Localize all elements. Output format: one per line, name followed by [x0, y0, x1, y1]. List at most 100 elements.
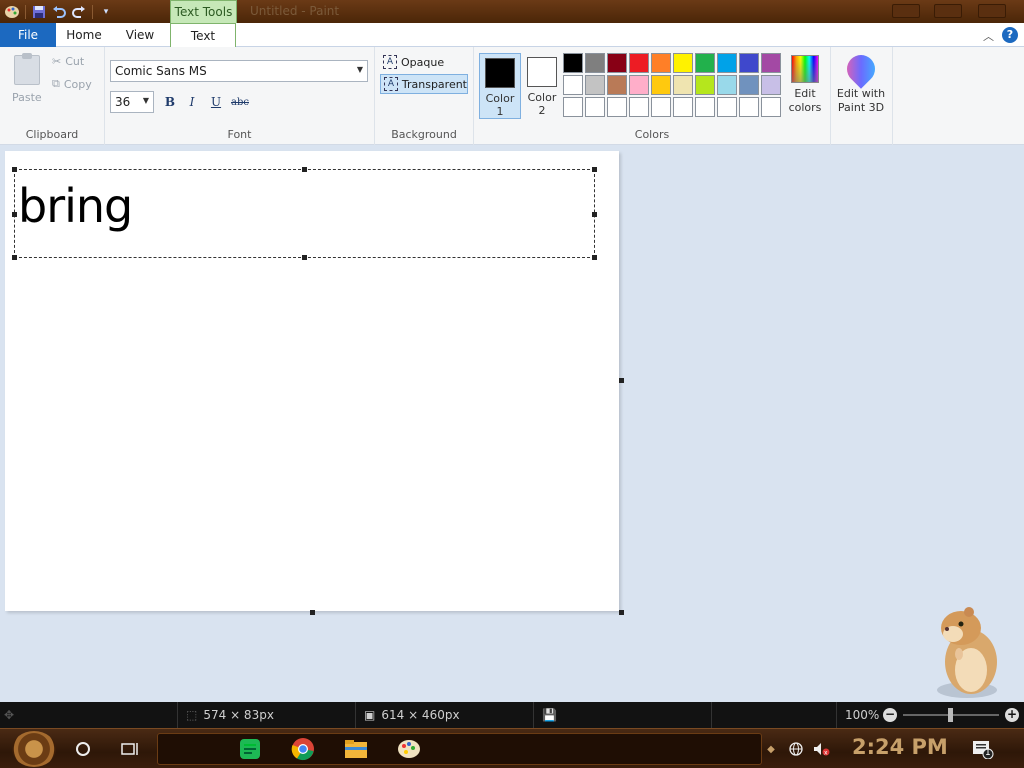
- minimize-button[interactable]: [892, 4, 920, 18]
- text-box-content[interactable]: bring: [18, 178, 133, 234]
- canvas-workspace: bring: [0, 146, 1024, 702]
- underline-button[interactable]: U: [206, 92, 226, 112]
- clipboard-group-label: Clipboard: [25, 128, 79, 141]
- palette-swatch[interactable]: [761, 75, 781, 95]
- paste-button-label[interactable]: Paste: [12, 91, 42, 104]
- file-explorer-icon[interactable]: [343, 736, 369, 762]
- palette-swatch[interactable]: [673, 53, 693, 73]
- zoom-slider-thumb[interactable]: [948, 708, 953, 722]
- undo-icon[interactable]: [49, 2, 69, 22]
- resize-handle-n[interactable]: [302, 167, 307, 172]
- font-size-dropdown[interactable]: 36 ▼: [110, 91, 154, 113]
- start-button[interactable]: [12, 731, 56, 767]
- paint3d-label-2: Paint 3D: [837, 101, 885, 114]
- tab-view[interactable]: View: [112, 23, 168, 47]
- palette-swatch[interactable]: [563, 53, 583, 73]
- color-palette: [563, 53, 781, 117]
- palette-swatch[interactable]: [607, 75, 627, 95]
- drawing-canvas[interactable]: bring: [5, 151, 619, 611]
- palette-swatch[interactable]: [563, 75, 583, 95]
- copy-button[interactable]: ⧉ Copy: [52, 77, 92, 91]
- save-icon[interactable]: [29, 2, 49, 22]
- cut-button[interactable]: ✂ Cut: [52, 55, 84, 68]
- color-spectrum-icon: [791, 55, 819, 83]
- show-hidden-icons[interactable]: ◆: [764, 736, 778, 762]
- font-family-dropdown[interactable]: Comic Sans MS ▼: [110, 60, 368, 82]
- palette-swatch[interactable]: [651, 53, 671, 73]
- opaque-option[interactable]: A Opaque: [380, 52, 468, 72]
- palette-swatch[interactable]: [585, 53, 605, 73]
- transparent-option[interactable]: A Transparent: [380, 74, 468, 94]
- palette-swatch[interactable]: [585, 75, 605, 95]
- paint-app-icon[interactable]: [2, 2, 22, 22]
- palette-swatch[interactable]: [717, 97, 737, 117]
- palette-swatch[interactable]: [717, 53, 737, 73]
- palette-swatch[interactable]: [585, 97, 605, 117]
- bold-button[interactable]: B: [160, 92, 180, 112]
- collapse-ribbon-icon[interactable]: ︿: [983, 28, 994, 44]
- resize-handle-se[interactable]: [592, 255, 597, 260]
- text-tools-context-label: Text Tools: [170, 0, 237, 23]
- notes-app-icon[interactable]: [237, 736, 263, 762]
- canvas-resize-handle-e[interactable]: [619, 378, 624, 383]
- chrome-icon[interactable]: [290, 736, 316, 762]
- palette-swatch[interactable]: [629, 53, 649, 73]
- resize-handle-sw[interactable]: [12, 255, 17, 260]
- palette-swatch[interactable]: [651, 97, 671, 117]
- action-center-icon[interactable]: 1: [970, 736, 996, 762]
- canvas-resize-handle-s[interactable]: [310, 610, 315, 615]
- resize-handle-ne[interactable]: [592, 167, 597, 172]
- selection-size-section: ⬚ 574 × 83px: [178, 702, 356, 728]
- palette-swatch[interactable]: [717, 75, 737, 95]
- scissors-icon: ✂: [52, 55, 62, 68]
- tab-text[interactable]: Text: [170, 23, 236, 48]
- network-icon[interactable]: [786, 736, 806, 762]
- paste-icon[interactable]: [14, 53, 40, 85]
- tab-home[interactable]: Home: [56, 23, 112, 47]
- zoom-out-button[interactable]: −: [883, 708, 897, 722]
- maximize-button[interactable]: [934, 4, 962, 18]
- paint-icon[interactable]: [396, 736, 422, 762]
- palette-swatch[interactable]: [695, 53, 715, 73]
- resize-handle-nw[interactable]: [12, 167, 17, 172]
- palette-swatch[interactable]: [739, 97, 759, 117]
- close-button[interactable]: [978, 4, 1006, 18]
- canvas-resize-handle-se[interactable]: [619, 610, 624, 615]
- palette-swatch[interactable]: [673, 75, 693, 95]
- palette-swatch[interactable]: [651, 75, 671, 95]
- color1-button[interactable]: Color 1: [479, 53, 521, 119]
- palette-swatch[interactable]: [629, 75, 649, 95]
- volume-muted-icon[interactable]: x: [810, 736, 832, 762]
- help-icon[interactable]: ?: [1002, 27, 1018, 43]
- palette-swatch[interactable]: [695, 97, 715, 117]
- italic-button[interactable]: I: [182, 92, 202, 112]
- resize-handle-s[interactable]: [302, 255, 307, 260]
- edit-with-paint3d-button[interactable]: Edit with Paint 3D: [836, 49, 886, 115]
- resize-handle-w[interactable]: [12, 212, 17, 217]
- palette-swatch[interactable]: [607, 97, 627, 117]
- palette-swatch[interactable]: [739, 75, 759, 95]
- redo-icon[interactable]: [69, 2, 89, 22]
- taskbar: ◆ x 2:24 PM 1: [0, 728, 1024, 768]
- text-box-selection[interactable]: bring: [12, 167, 597, 260]
- palette-swatch[interactable]: [761, 97, 781, 117]
- color2-button[interactable]: Color 2: [521, 53, 563, 119]
- palette-swatch[interactable]: [563, 97, 583, 117]
- edit-colors-label-1: Edit: [794, 87, 816, 100]
- palette-swatch[interactable]: [739, 53, 759, 73]
- strikethrough-button[interactable]: abc: [230, 92, 250, 112]
- zoom-in-button[interactable]: +: [1005, 708, 1019, 722]
- edit-colors-button[interactable]: Edit colors: [787, 53, 823, 115]
- palette-swatch[interactable]: [761, 53, 781, 73]
- copy-label: Copy: [63, 77, 92, 91]
- palette-swatch[interactable]: [695, 75, 715, 95]
- taskbar-clock[interactable]: 2:24 PM: [852, 735, 948, 759]
- tab-file[interactable]: File: [0, 23, 56, 47]
- palette-swatch[interactable]: [629, 97, 649, 117]
- palette-swatch[interactable]: [673, 97, 693, 117]
- task-view-icon[interactable]: [117, 736, 143, 762]
- resize-handle-e[interactable]: [592, 212, 597, 217]
- cortana-icon[interactable]: [70, 736, 96, 762]
- customize-qat-icon[interactable]: ▾: [96, 2, 116, 22]
- palette-swatch[interactable]: [607, 53, 627, 73]
